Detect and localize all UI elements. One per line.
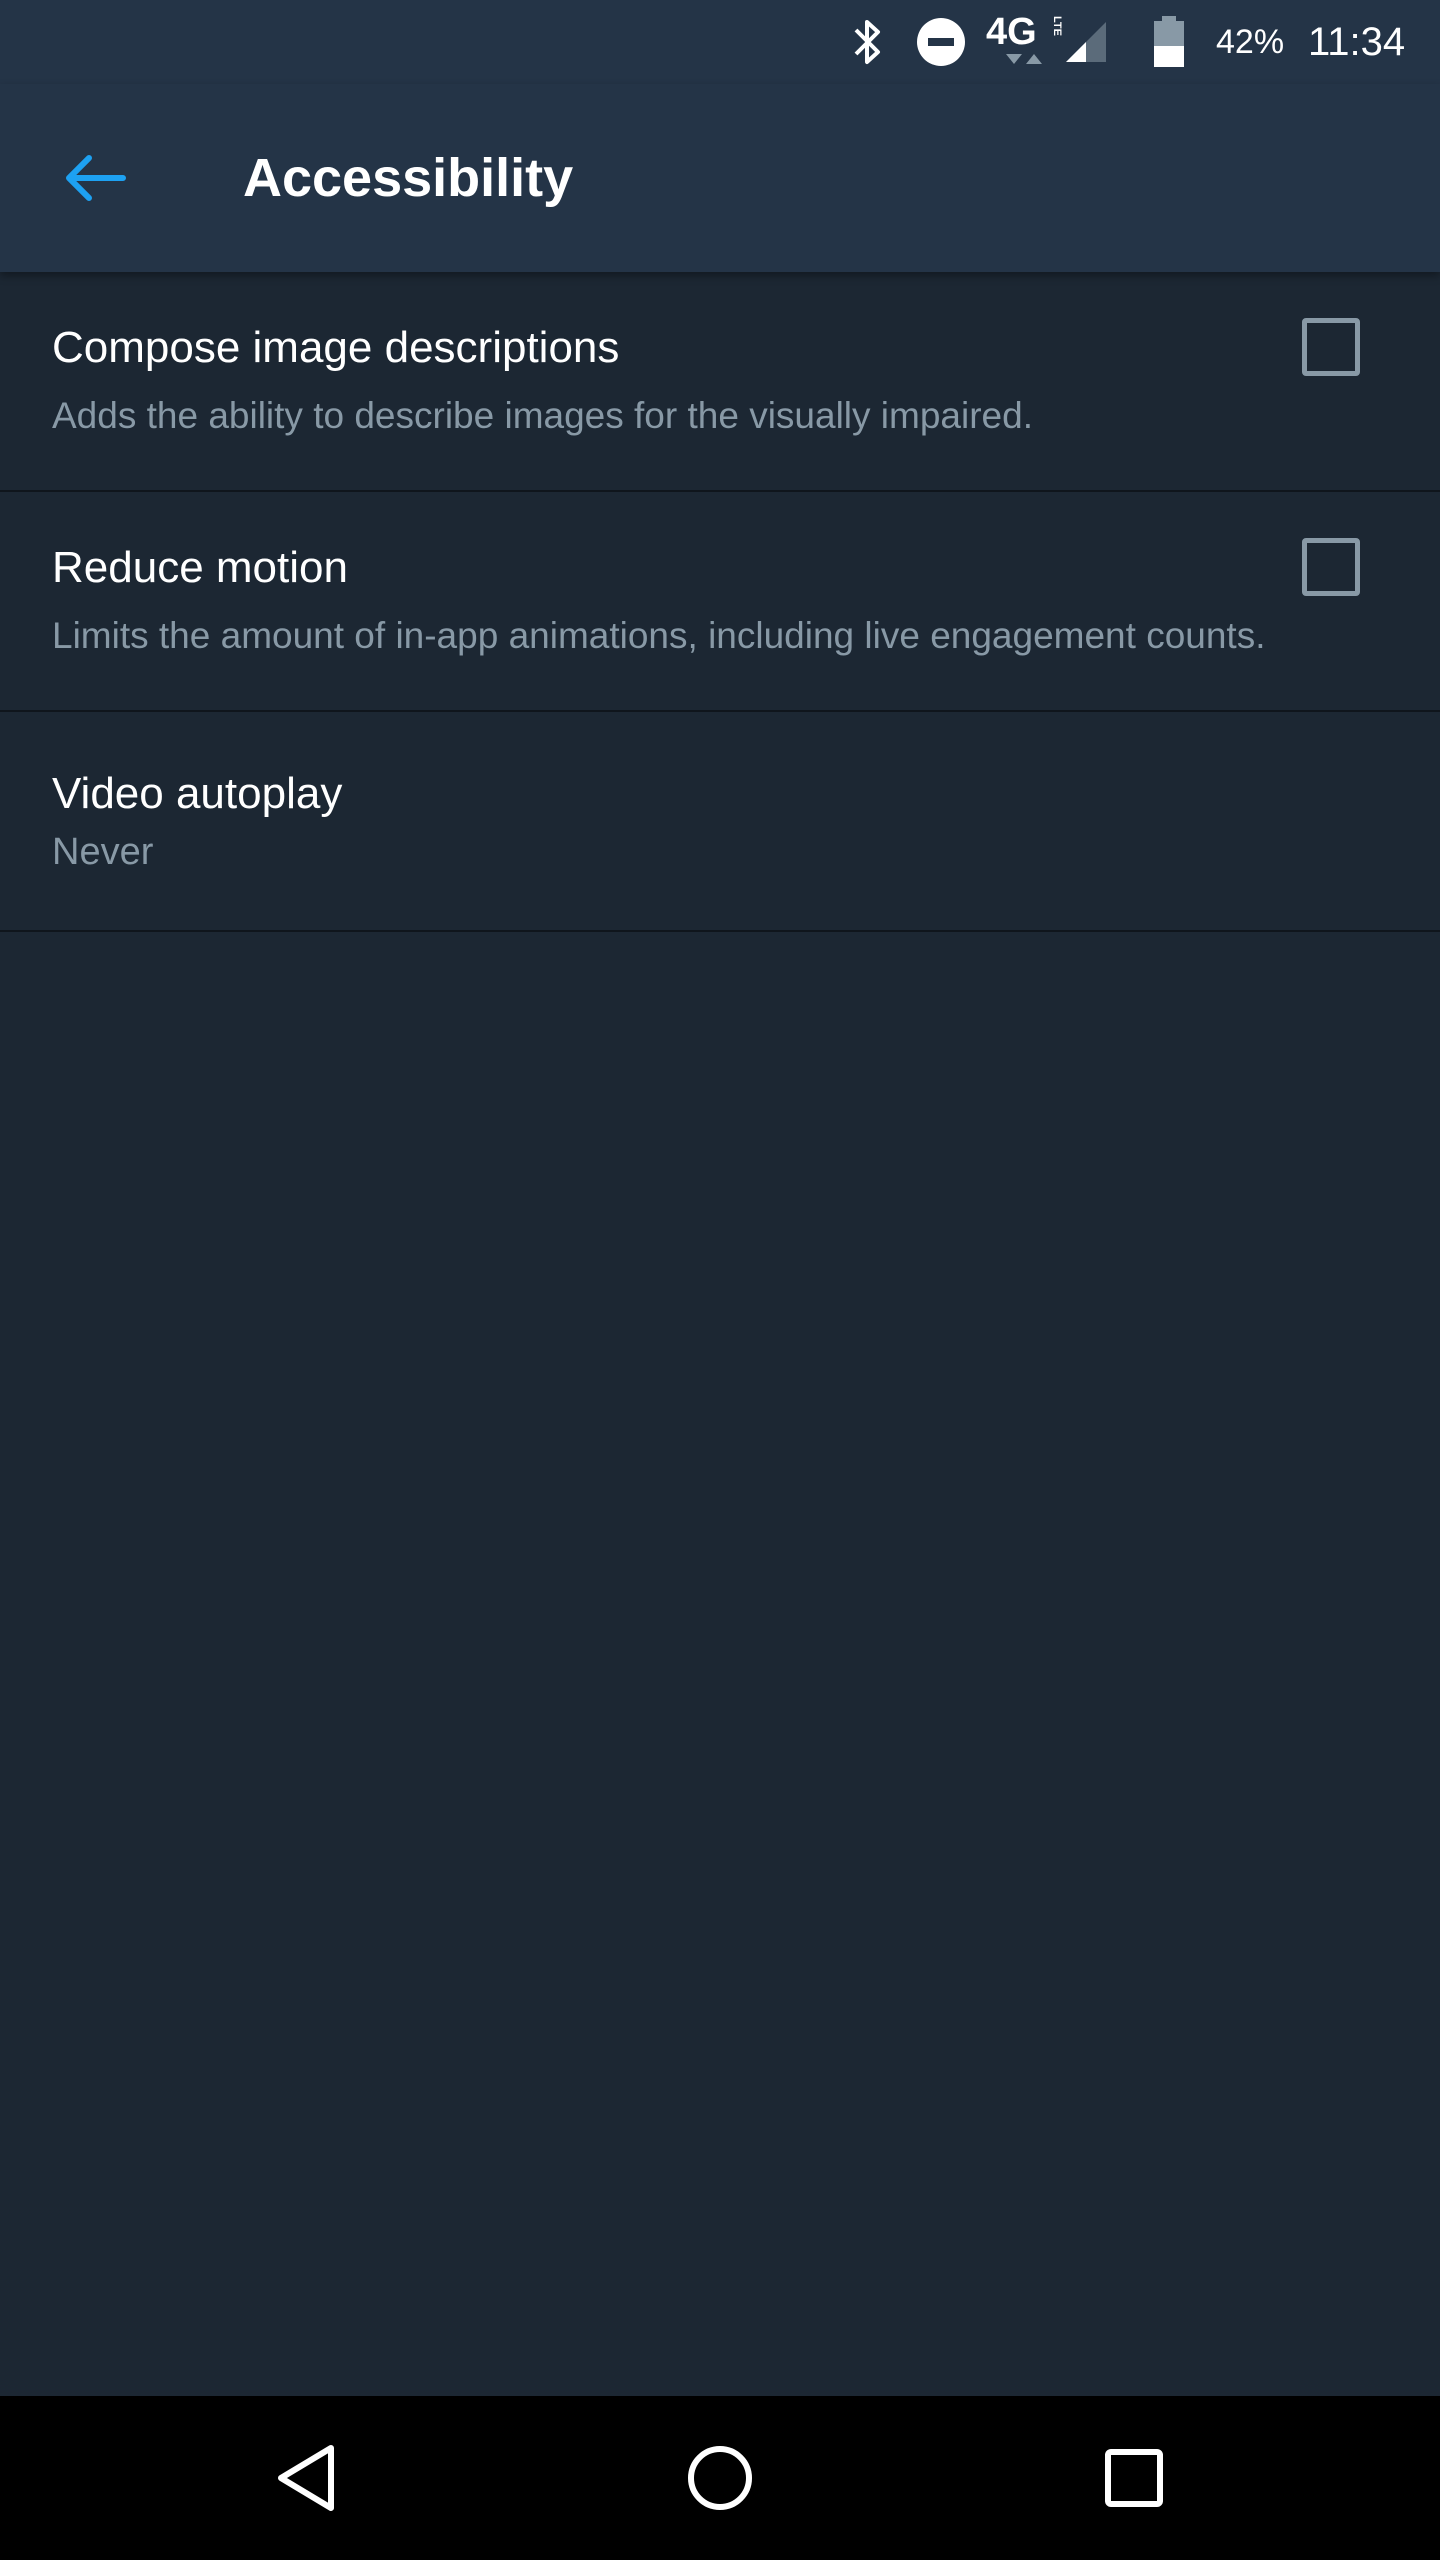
setting-video-autoplay[interactable]: Video autoplay Never — [0, 712, 1440, 932]
arrow-left-icon — [66, 155, 126, 201]
status-bar: 4G LTE 42% 11:34 — [0, 0, 1440, 84]
setting-reduce-motion[interactable]: Reduce motion Limits the amount of in-ap… — [0, 492, 1440, 712]
setting-title: Compose image descriptions — [52, 323, 620, 372]
setting-description: Adds the ability to describe images for … — [52, 395, 1033, 436]
bluetooth-icon — [852, 0, 892, 84]
reduce-motion-checkbox[interactable] — [1302, 538, 1360, 596]
settings-list: Compose image descriptions Adds the abil… — [0, 272, 1440, 2396]
nav-home-button[interactable] — [680, 2438, 760, 2518]
setting-compose-image-descriptions[interactable]: Compose image descriptions Adds the abil… — [0, 272, 1440, 492]
clock: 11:34 — [1308, 19, 1406, 64]
compose-image-descriptions-checkbox[interactable] — [1302, 318, 1360, 376]
home-circle-icon — [688, 2446, 752, 2510]
setting-value: Never — [52, 831, 154, 873]
battery-percent: 42% — [1216, 22, 1285, 61]
recents-square-icon — [1105, 2449, 1163, 2507]
nav-back-button[interactable] — [266, 2438, 346, 2518]
back-button[interactable] — [50, 138, 140, 218]
app-bar: Accessibility — [0, 84, 1440, 272]
page-title: Accessibility — [243, 148, 574, 208]
4g-lte-icon: 4G LTE — [986, 0, 1062, 84]
nav-recents-button[interactable] — [1094, 2438, 1174, 2518]
setting-title: Reduce motion — [52, 543, 348, 592]
setting-title: Video autoplay — [52, 769, 343, 818]
back-triangle-icon — [278, 2445, 334, 2511]
network-label: 4G — [986, 11, 1037, 53]
navigation-bar — [0, 2396, 1440, 2560]
battery-icon — [1152, 0, 1192, 84]
signal-icon — [1064, 0, 1112, 84]
do-not-disturb-icon — [916, 0, 968, 84]
network-sub-label: LTE — [1051, 16, 1062, 36]
setting-description: Limits the amount of in-app animations, … — [52, 615, 1266, 656]
